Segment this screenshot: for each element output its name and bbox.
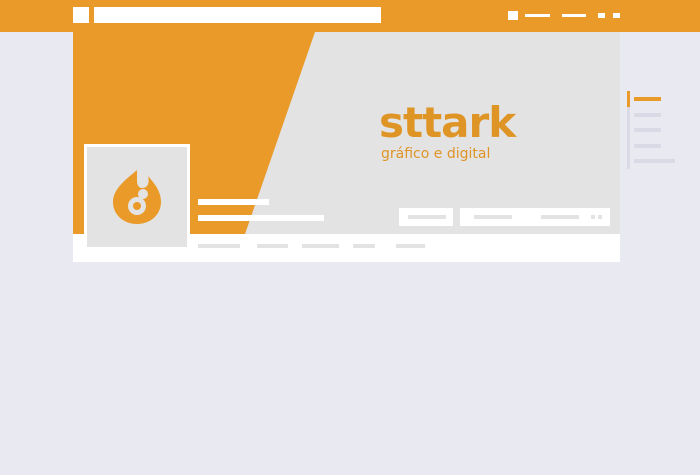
side-menu-track: [627, 107, 630, 169]
brand-logo: sttark gráfico e digital: [379, 98, 516, 163]
tab-more[interactable]: [396, 244, 425, 248]
like-button[interactable]: [399, 208, 453, 226]
side-menu-item[interactable]: [634, 144, 661, 148]
tab-likes[interactable]: [353, 244, 375, 248]
home-icon[interactable]: [508, 11, 518, 20]
tab-timeline[interactable]: [198, 244, 240, 248]
profile-picture[interactable]: [84, 144, 190, 250]
brand-name: sttark: [379, 98, 516, 147]
friends-link[interactable]: [562, 14, 586, 17]
site-logo-icon[interactable]: [73, 7, 89, 23]
side-menu-item-active[interactable]: [634, 97, 661, 101]
page-name-placeholder: [198, 199, 269, 205]
tab-about[interactable]: [257, 244, 288, 248]
page-card: sttark gráfico e digital: [73, 32, 620, 262]
side-menu-active-indicator: [627, 91, 630, 107]
side-menu-item[interactable]: [634, 128, 661, 132]
side-menu: [627, 91, 677, 169]
search-input[interactable]: [94, 7, 381, 23]
brand-tagline: gráfico e digital: [381, 146, 491, 162]
page-category-placeholder: [198, 215, 324, 221]
side-menu-item[interactable]: [634, 159, 675, 163]
top-nav-bar: [0, 0, 700, 32]
message-button[interactable]: [460, 208, 610, 226]
side-menu-item[interactable]: [634, 113, 661, 117]
tab-photos[interactable]: [302, 244, 339, 248]
facebook-page-mockup: sttark gráfico e digital: [0, 0, 700, 475]
notifications-icon[interactable]: [598, 13, 605, 18]
profile-link[interactable]: [525, 14, 550, 17]
flame-logo-icon: [113, 170, 161, 224]
messages-icon[interactable]: [613, 13, 620, 18]
